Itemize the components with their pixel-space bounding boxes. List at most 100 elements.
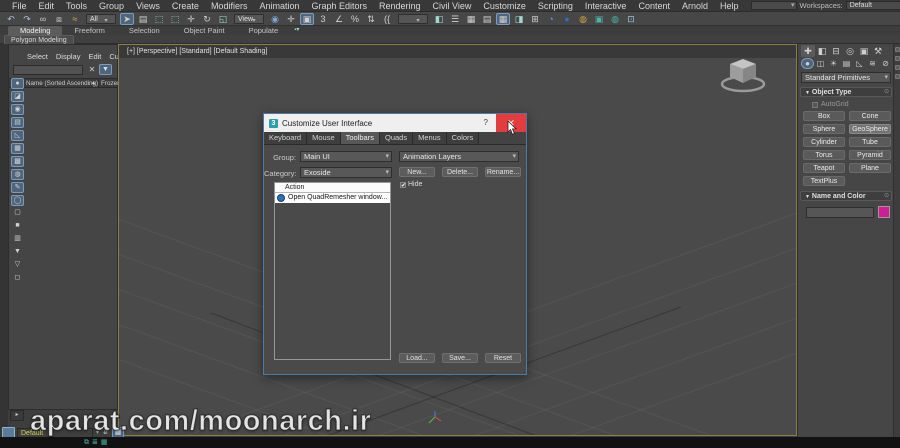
create-tab-icon[interactable]: ✚ (801, 45, 815, 57)
shapes-category-icon[interactable]: ◫ (814, 58, 827, 69)
move-icon[interactable]: ✛ (184, 13, 198, 25)
menu-item-help[interactable]: Help (714, 0, 745, 12)
explorer-filter-icon[interactable]: ▤ (11, 117, 24, 128)
object-type-button-tube[interactable]: Tube (849, 137, 891, 147)
menu-item-animation[interactable]: Animation (253, 0, 305, 12)
object-type-button-teapot[interactable]: Teapot (803, 163, 845, 173)
scene-explorer-toggle-icon[interactable]: ▦ (496, 12, 510, 25)
rendered-frame-window-icon[interactable]: ▣ (592, 13, 606, 25)
object-type-button-torus[interactable]: Torus (803, 150, 845, 160)
menu-item-scripting[interactable]: Scripting (532, 0, 579, 12)
menu-item-edit[interactable]: Edit (33, 0, 61, 12)
angle-snap-icon[interactable]: ∠ (332, 13, 346, 25)
display-tab-icon[interactable]: ▣ (857, 45, 871, 57)
curve-editor-icon[interactable]: ◨ (512, 13, 526, 25)
object-type-button-pyramid[interactable]: Pyramid (849, 150, 891, 160)
ribbon-toggle-icon[interactable]: ▤ (480, 13, 494, 25)
explorer-filter-icon[interactable]: ◺ (11, 130, 24, 141)
rect-selection-region-icon[interactable]: ⬚ (152, 13, 166, 25)
viewcube-icon[interactable] (718, 53, 768, 97)
explorer-filter-icon[interactable]: ▥ (11, 234, 24, 245)
explorer-filter-icon[interactable]: ▦ (11, 143, 24, 154)
systems-category-icon[interactable]: ⊘ (879, 58, 892, 69)
ribbon-tab-freeform[interactable]: Freeform (62, 26, 116, 35)
cameras-category-icon[interactable]: ▤ (840, 58, 853, 69)
percent-snap-icon[interactable]: % (348, 13, 362, 25)
dialog-tab-toolbars[interactable]: Toolbars (340, 132, 380, 144)
object-type-rollout[interactable]: ▼ Object Type ⊙ (800, 87, 892, 97)
ref-coord-dropdown[interactable]: View ▾ (234, 13, 264, 24)
menu-item-arnold[interactable]: Arnold (676, 0, 714, 12)
ribbon-tab-populate[interactable]: Populate (237, 26, 291, 35)
lights-category-icon[interactable]: ☀ (827, 58, 840, 69)
layer-manager-icon[interactable]: ▦ (464, 13, 478, 25)
dialog-tab-quads[interactable]: Quads (379, 132, 414, 144)
use-pivot-icon[interactable]: ◉ (268, 13, 282, 25)
menu-item-content[interactable]: Content (632, 0, 676, 12)
explorer-menu-select[interactable]: Select (23, 52, 52, 61)
primitive-type-dropdown[interactable]: Standard Primitives ▾ (801, 72, 891, 83)
dialog-tab-mouse[interactable]: Mouse (307, 132, 341, 144)
geometry-category-icon[interactable]: ● (801, 58, 814, 69)
load-button[interactable]: Load... (399, 353, 435, 363)
modify-tab-icon[interactable]: ◧ (815, 45, 829, 57)
object-type-button-cylinder[interactable]: Cylinder (803, 137, 845, 147)
explorer-filter-icon[interactable]: ◍ (11, 169, 24, 180)
menu-item-customize[interactable]: Customize (477, 0, 532, 12)
selection-filter-dropdown[interactable]: All ▾ (86, 13, 116, 24)
category-dropdown[interactable]: Exoside ▾ (300, 167, 392, 178)
dialog-title-bar[interactable]: 3 Customize User Interface ? ✕ (264, 114, 526, 135)
explorer-filter-icon[interactable]: ◻ (11, 273, 24, 284)
name-color-rollout[interactable]: ▼ Name and Color ⊙ (800, 191, 892, 201)
menu-item-tools[interactable]: Tools (60, 0, 93, 12)
save-button[interactable]: Save... (442, 353, 478, 363)
menu-item-interactive[interactable]: Interactive (579, 0, 633, 12)
menu-item-modifiers[interactable]: Modifiers (205, 0, 254, 12)
scale-icon[interactable]: ◱ (216, 13, 230, 25)
render-production-icon[interactable]: ◍ (608, 13, 622, 25)
select-object-icon[interactable]: ➤ (120, 12, 134, 25)
align-icon[interactable]: ☰ (448, 13, 462, 25)
new-button[interactable]: New... (399, 167, 435, 177)
menu-item-group[interactable]: Group (93, 0, 130, 12)
object-type-button-sphere[interactable]: Sphere (803, 124, 845, 134)
autogrid-checkbox[interactable] (812, 101, 818, 108)
explorer-menu-display[interactable]: Display (52, 52, 85, 61)
explorer-filter-icon[interactable]: ▼ (11, 247, 24, 258)
unlink-icon[interactable]: ⧈ (52, 13, 66, 25)
filter-icon[interactable]: ▼ (99, 64, 112, 75)
explorer-filter-icon[interactable]: ● (11, 78, 24, 89)
ribbon-tab-selection[interactable]: Selection (117, 26, 172, 35)
explorer-menu-edit[interactable]: Edit (84, 52, 105, 61)
render-setup-icon[interactable]: ◍ (576, 13, 590, 25)
menu-item-views[interactable]: Views (130, 0, 166, 12)
object-type-button-geosphere[interactable]: GeoSphere (849, 124, 891, 134)
helpers-category-icon[interactable]: ◺ (853, 58, 866, 69)
mini-listener-expand-button[interactable]: ▸ (10, 410, 24, 421)
search-clear-icon[interactable]: ✕ (87, 65, 97, 75)
hierarchy-tab-icon[interactable]: ⊟ (829, 45, 843, 57)
rotate-icon[interactable]: ↻ (200, 13, 214, 25)
reset-button[interactable]: Reset (485, 353, 521, 363)
explorer-filter-icon[interactable]: ▽ (11, 260, 24, 271)
help-button[interactable]: ? (484, 114, 488, 132)
workspace-dropdown[interactable]: Default▾ (845, 1, 900, 10)
object-color-swatch[interactable] (878, 206, 890, 218)
ribbon-tab-object-paint[interactable]: Object Paint (172, 26, 237, 35)
delete-button[interactable]: Delete... (442, 167, 478, 177)
dialog-tab-menus[interactable]: Menus (413, 132, 447, 144)
window-crossing-icon[interactable]: ⬚ (168, 13, 182, 25)
manipulate-icon[interactable]: ✛ (284, 13, 298, 25)
snap-3d-icon[interactable]: 3 (316, 13, 330, 25)
explorer-search-input[interactable] (13, 65, 83, 75)
dialog-tab-keyboard[interactable]: Keyboard (264, 132, 308, 144)
bind-spacewarp-icon[interactable]: ≈ (68, 13, 82, 25)
object-type-button-textplus[interactable]: TextPlus (803, 176, 845, 186)
edit-named-selections-icon[interactable]: ({ (380, 13, 394, 25)
quadremesher-icon[interactable]: ● (560, 13, 574, 25)
viewport-label[interactable]: [+] [Perspective] [Standard] [Default Sh… (127, 48, 267, 55)
explorer-filter-icon[interactable]: ◉ (11, 104, 24, 115)
hide-checkbox-row[interactable]: ✔ Hide (400, 181, 422, 189)
menu-item-graph-editors[interactable]: Graph Editors (305, 0, 373, 12)
explorer-filter-icon[interactable]: ◪ (11, 91, 24, 102)
